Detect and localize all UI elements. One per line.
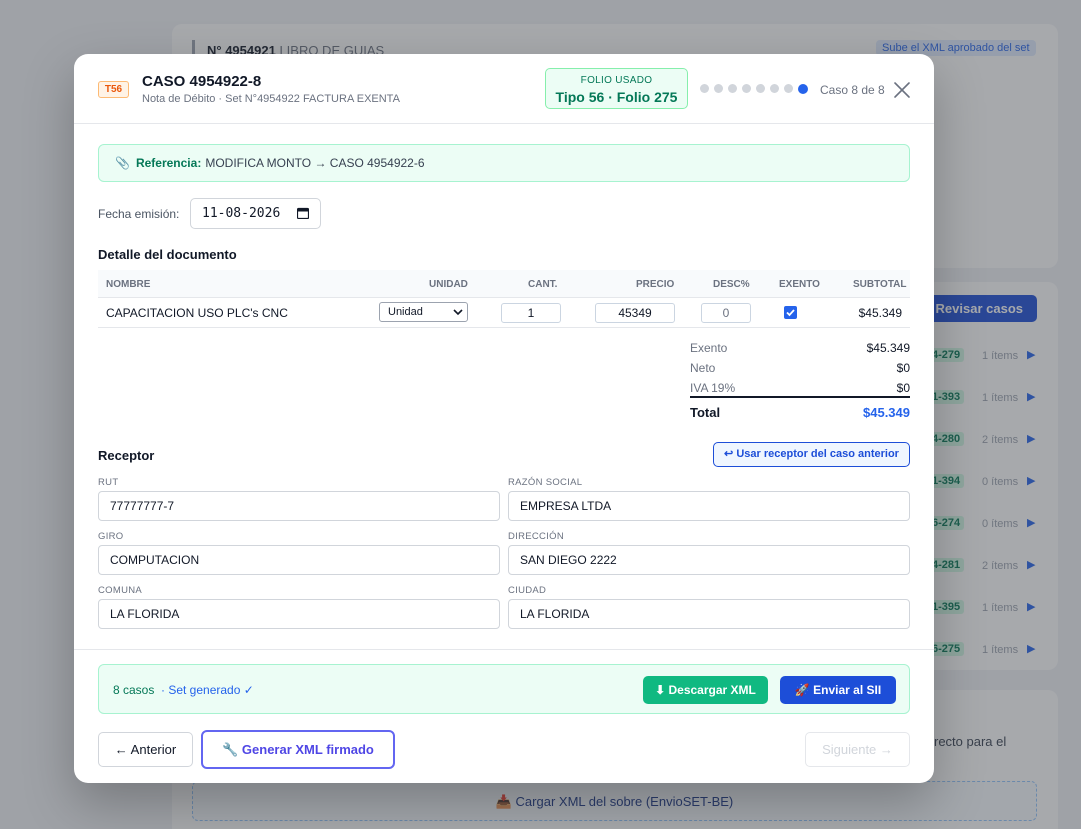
issue-date-input[interactable]: 11-08-2026 (190, 198, 321, 229)
ciudad-label: CIUDAD (508, 585, 547, 596)
unit-select-value: Unidad (388, 306, 423, 318)
step-dot[interactable] (728, 84, 737, 93)
reuse-receptor-button[interactable]: ↩ Usar receptor del caso anterior (713, 442, 910, 467)
case-modal: T56 CASO 4954922-8 Nota de Débito · Set … (74, 54, 934, 783)
totals-exento-value: $45.349 (866, 341, 910, 355)
ciudad-field[interactable]: LA FLORIDA (508, 599, 910, 629)
col-subtotal: SUBTOTAL (853, 279, 907, 290)
folio-value: Tipo 56 · Folio 275 (555, 89, 678, 105)
totals-total-value: $45.349 (863, 405, 910, 420)
col-nombre: NOMBRE (106, 279, 151, 290)
calendar-icon[interactable] (297, 207, 309, 219)
col-exento: EXENTO (779, 279, 820, 290)
close-button[interactable] (892, 80, 912, 100)
folio-label: FOLIO USADO (580, 75, 653, 86)
issue-date-value: 11-08-2026 (202, 206, 281, 221)
generated-status: · Set generado ✓ (161, 683, 254, 697)
giro-field[interactable]: COMPUTACION (98, 545, 500, 575)
detail-section-title: Detalle del documento (98, 247, 237, 262)
comuna-label: COMUNA (98, 585, 143, 596)
send-sii-button[interactable]: 🚀 Enviar al SII (780, 676, 896, 704)
col-cant: CANT. (528, 279, 558, 290)
rut-label: RUT (98, 477, 119, 488)
date-label: Fecha emisión: (98, 207, 180, 221)
case-title: CASO 4954922-8 (142, 73, 262, 90)
direccion-field[interactable]: SAN DIEGO 2222 (508, 545, 910, 575)
totals-neto-row: Neto $0 (690, 361, 910, 375)
rut-field[interactable]: 77777777-7 (98, 491, 500, 521)
generated-set-banner: 8 casos · Set generado ✓ ⬇ Descargar XML… (98, 664, 910, 714)
receptor-section-title: Receptor (98, 448, 155, 463)
step-dot[interactable] (700, 84, 709, 93)
doc-type-badge: T56 (98, 81, 129, 98)
col-desc: DESC% (713, 279, 750, 290)
close-icon (894, 82, 910, 98)
unit-select[interactable]: Unidad (379, 302, 468, 322)
modal-header: T56 CASO 4954922-8 Nota de Débito · Set … (74, 54, 934, 124)
discount-input[interactable]: 0 (701, 303, 751, 323)
reference-label: Referencia: (135, 156, 202, 170)
generate-signed-xml-button[interactable]: 🔧 Generar XML firmado (201, 730, 395, 769)
reference-banner: 📎 Referencia: MODIFICA MONTO → CASO 495492… (98, 144, 910, 182)
chevron-down-icon (453, 309, 463, 316)
items-table-header: NOMBRE UNIDAD CANT. PRECIO DESC% EXENTO … (98, 270, 910, 298)
totals-divider (690, 396, 910, 398)
download-xml-button[interactable]: ⬇ Descargar XML (643, 676, 768, 704)
quantity-input[interactable]: 1 (501, 303, 561, 323)
step-dot[interactable] (742, 84, 751, 93)
item-name: CAPACITACION USO PLC's CNC (106, 306, 288, 320)
reference-text: MODIFICA MONTO → CASO 4954922-6 (205, 156, 425, 170)
table-row: CAPACITACION USO PLC's CNC Unidad 1 4534… (98, 298, 910, 328)
giro-label: GIRO (98, 531, 124, 542)
col-precio: PRECIO (636, 279, 675, 290)
folio-badge: FOLIO USADO Tipo 56 · Folio 275 (545, 68, 688, 109)
next-button[interactable]: Siguiente → (805, 732, 910, 767)
totals-exento-row: Exento $45.349 (690, 341, 910, 355)
totals-total-row: Total $45.349 (690, 405, 910, 420)
exento-checkbox[interactable] (784, 306, 797, 319)
totals-iva-value: $0 (896, 381, 910, 395)
razon-social-field[interactable]: EMPRESA LTDA (508, 491, 910, 521)
direccion-label: DIRECCIÓN (508, 531, 565, 542)
comuna-field[interactable]: LA FLORIDA (98, 599, 500, 629)
checkmark-icon (786, 309, 795, 317)
step-dot[interactable] (756, 84, 765, 93)
case-counter: Caso 8 de 8 (820, 83, 885, 97)
previous-button[interactable]: ← Anterior (98, 732, 193, 767)
price-input[interactable]: 45349 (595, 303, 675, 323)
generated-count: 8 casos (113, 683, 155, 697)
razon-social-label: RAZÓN SOCIAL (508, 477, 583, 488)
col-unidad: UNIDAD (429, 279, 468, 290)
step-dot-current[interactable] (798, 83, 808, 94)
footer-divider (74, 649, 934, 650)
paperclip-icon: 📎 (115, 156, 130, 170)
step-dot[interactable] (784, 84, 793, 93)
case-subtitle: Nota de Débito · Set N°4954922 FACTURA E… (142, 93, 400, 105)
item-subtotal: $45.349 (858, 306, 902, 320)
step-dot[interactable] (714, 84, 723, 93)
totals-neto-value: $0 (896, 361, 910, 375)
step-dot[interactable] (770, 84, 779, 93)
